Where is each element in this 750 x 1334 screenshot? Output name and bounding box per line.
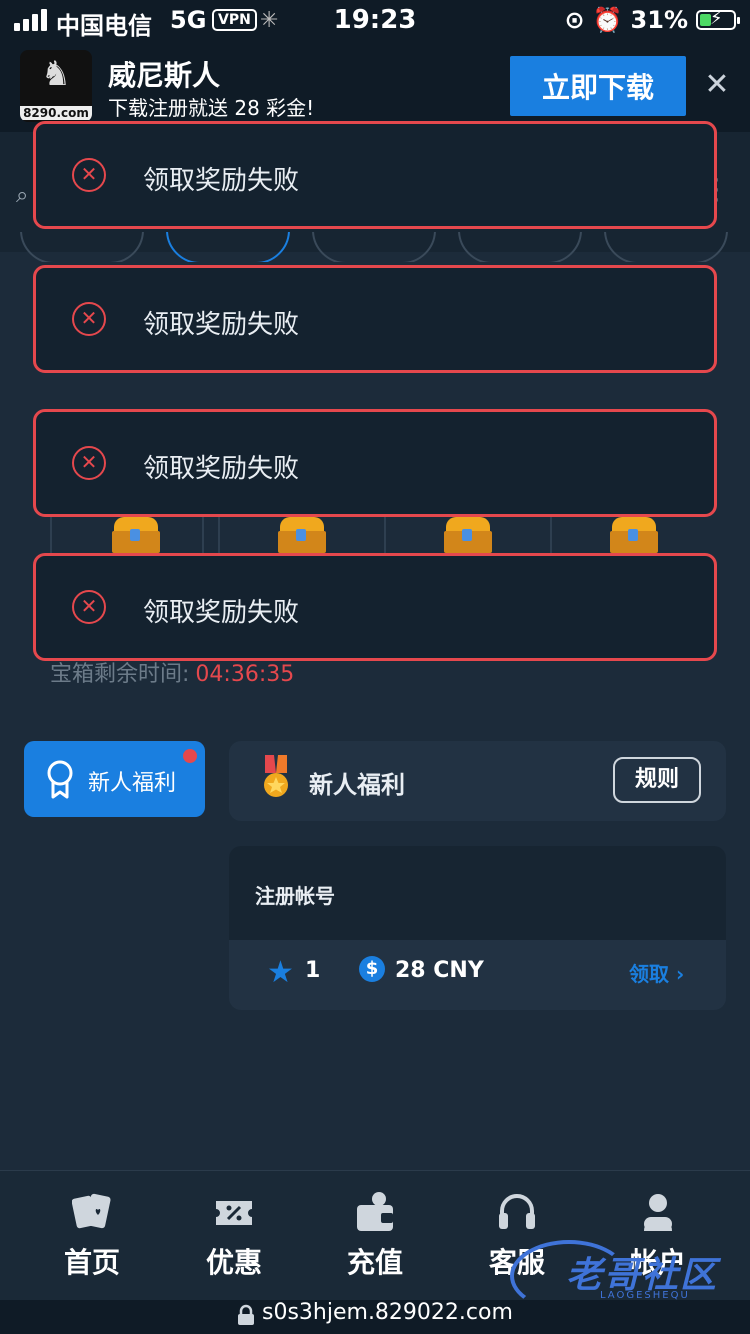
chest-timer-label: 宝箱剩余时间: bbox=[50, 662, 190, 687]
task-points: 1 bbox=[305, 958, 321, 983]
status-right: ⊙ ⏰ 31% ⚡ bbox=[564, 6, 740, 34]
treasure-chest-icon[interactable] bbox=[442, 517, 494, 553]
task-title: 注册帐号 bbox=[255, 884, 335, 908]
download-button[interactable]: 立即下载 bbox=[510, 56, 686, 116]
treasure-chest-icon[interactable] bbox=[276, 517, 328, 553]
browser-url-bar[interactable]: s0s3hjem.829022.com bbox=[0, 1300, 750, 1334]
error-icon: ✕ bbox=[72, 590, 106, 624]
alarm-icon: ⏰ bbox=[592, 6, 623, 34]
tab-home[interactable]: 首页 bbox=[17, 1171, 167, 1301]
promo-subtitle: 下载注册就送 28 彩金! bbox=[108, 96, 315, 120]
toast-message: 领取奖励失败 bbox=[143, 310, 300, 340]
tab-label: 优惠 bbox=[205, 1246, 262, 1279]
lion-logo-icon: ♞ bbox=[40, 54, 72, 94]
task-header: 注册帐号 bbox=[229, 846, 726, 940]
toast-message: 领取奖励失败 bbox=[143, 598, 300, 628]
treasure-chest-icon[interactable] bbox=[110, 517, 162, 553]
claim-label: 领取 bbox=[629, 962, 669, 986]
promo-app-name: 威尼斯人 bbox=[108, 59, 221, 92]
category-pill[interactable] bbox=[458, 232, 582, 262]
claim-link[interactable]: 领取 › bbox=[629, 958, 684, 987]
page-url: s0s3hjem.829022.com bbox=[262, 1300, 513, 1325]
tab-label: 充值 bbox=[346, 1246, 403, 1279]
error-icon: ✕ bbox=[72, 158, 106, 192]
error-toast: ✕ 领取奖励失败 bbox=[33, 553, 717, 661]
treasure-chest-icon[interactable] bbox=[608, 517, 660, 553]
benefit-title: 新人福利 bbox=[309, 771, 405, 799]
status-bar: 中国电信 5G VPN ✳ 19:23 ⊙ ⏰ 31% ⚡ bbox=[0, 0, 750, 40]
benefit-header: 新人福利 规则 bbox=[229, 741, 726, 821]
side-tab-new-user-benefit[interactable]: 新人福利 bbox=[24, 741, 205, 817]
tab-promotions[interactable]: 优惠 bbox=[159, 1171, 309, 1301]
award-icon bbox=[47, 760, 73, 799]
back-icon[interactable]: ⌕ bbox=[16, 183, 28, 208]
medal-icon bbox=[264, 755, 288, 797]
star-icon: ★ bbox=[267, 955, 294, 990]
treasure-chest-grid bbox=[50, 515, 702, 553]
category-pill[interactable] bbox=[312, 232, 436, 262]
rotation-lock-icon: ⊙ bbox=[564, 6, 585, 34]
task-amount: 28 CNY bbox=[395, 958, 484, 983]
battery-icon: ⚡ bbox=[696, 8, 740, 30]
dollar-coin-icon: $ bbox=[359, 956, 385, 982]
error-toast: ✕ 领取奖励失败 bbox=[33, 409, 717, 517]
cards-icon bbox=[72, 1193, 111, 1229]
battery-percent: 31% bbox=[630, 6, 688, 34]
watermark-logo: 老哥社区 LAOGESHEQU bbox=[510, 1240, 740, 1312]
error-toast: ✕ 领取奖励失败 bbox=[33, 121, 717, 229]
wallet-icon bbox=[357, 1192, 393, 1231]
side-tab-label: 新人福利 bbox=[88, 771, 177, 796]
coupon-icon bbox=[216, 1201, 252, 1225]
error-icon: ✕ bbox=[72, 446, 106, 480]
close-icon[interactable]: ✕ bbox=[700, 68, 734, 102]
task-card: 注册帐号 ★ 1 $ 28 CNY 领取 › bbox=[229, 846, 726, 1010]
app-logo: ♞ 8290.com bbox=[20, 50, 92, 122]
app-promo-banner: ♞ 8290.com 威尼斯人 下载注册就送 28 彩金! 立即下载 ✕ bbox=[0, 40, 750, 132]
category-pill-active[interactable] bbox=[166, 232, 290, 262]
category-pill[interactable] bbox=[604, 232, 728, 262]
toast-message: 领取奖励失败 bbox=[143, 166, 300, 196]
chevron-right-icon: › bbox=[675, 962, 685, 986]
tab-deposit[interactable]: 充值 bbox=[300, 1171, 450, 1301]
error-toast: ✕ 领取奖励失败 bbox=[33, 265, 717, 373]
task-reward-row: ★ 1 $ 28 CNY 领取 › bbox=[229, 940, 726, 1010]
toast-message: 领取奖励失败 bbox=[143, 454, 300, 484]
user-icon bbox=[644, 1194, 672, 1231]
category-pills bbox=[0, 232, 750, 262]
headset-icon bbox=[499, 1194, 535, 1229]
chest-timer-value: 04:36:35 bbox=[195, 662, 295, 687]
notification-dot bbox=[183, 749, 197, 763]
logo-domain: 8290.com bbox=[20, 106, 92, 120]
tab-label: 首页 bbox=[63, 1246, 120, 1279]
rules-button[interactable]: 规则 bbox=[613, 757, 701, 803]
lock-icon bbox=[238, 1304, 254, 1325]
category-pill[interactable] bbox=[20, 232, 144, 262]
error-icon: ✕ bbox=[72, 302, 106, 336]
